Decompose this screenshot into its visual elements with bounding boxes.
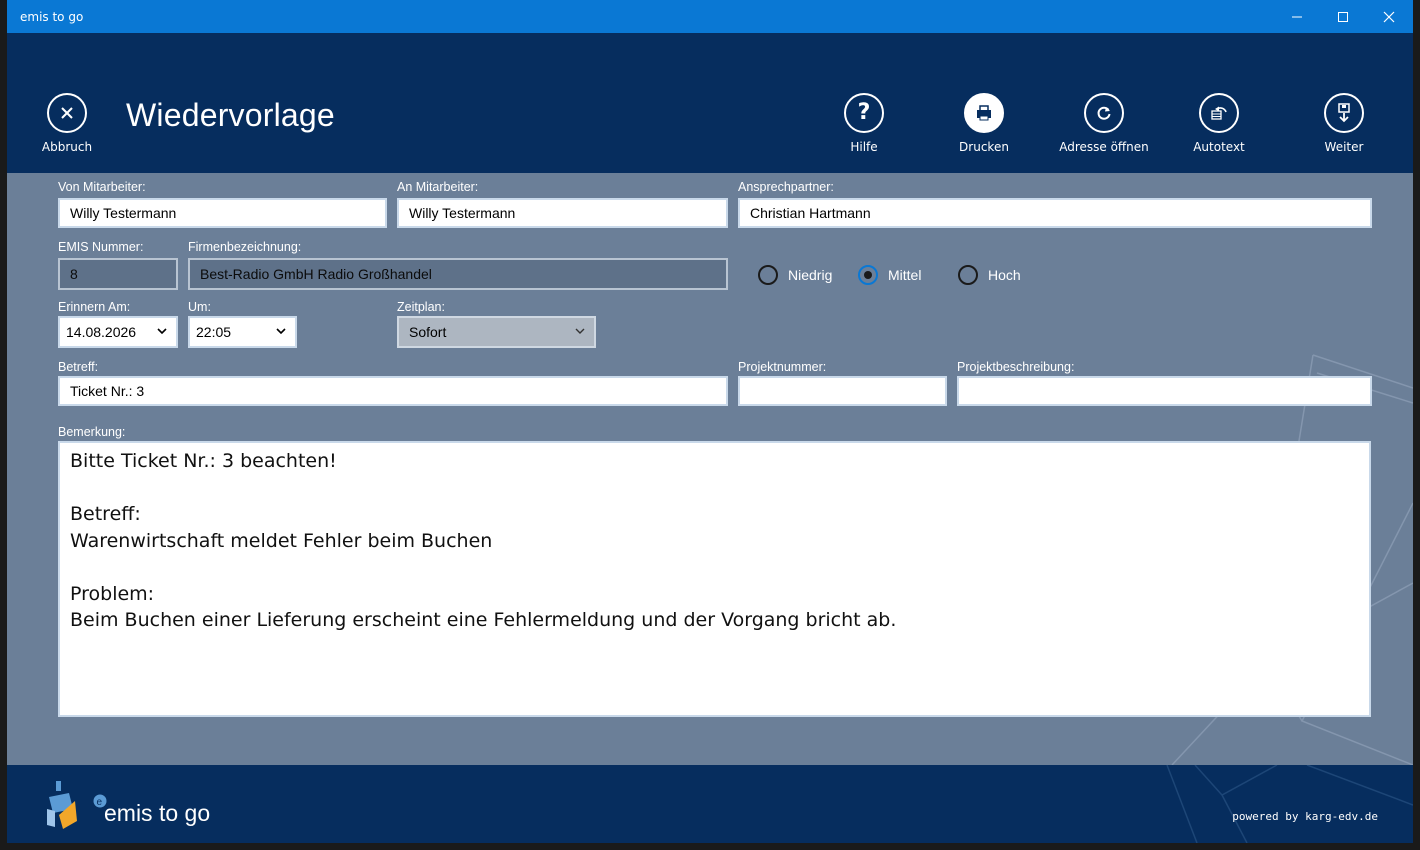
page-title: Wiedervorlage <box>126 97 335 133</box>
ansprechpartner-label: Ansprechpartner: <box>738 180 834 194</box>
print-icon <box>964 93 1004 133</box>
priority-mittel-label: Mittel <box>888 267 922 283</box>
minimize-button[interactable] <box>1274 0 1320 33</box>
minimize-icon <box>1292 16 1302 17</box>
priority-radio-niedrig[interactable]: Niedrig <box>758 265 832 285</box>
um-value: 22:05 <box>196 324 232 340</box>
priority-hoch-label: Hoch <box>988 267 1021 283</box>
um-label: Um: <box>188 300 211 314</box>
maximize-button[interactable] <box>1320 0 1366 33</box>
bemerkung-textarea[interactable]: Bitte Ticket Nr.: 3 beachten! Betreff: W… <box>58 441 1371 717</box>
projektbeschreibung-field[interactable] <box>957 376 1372 406</box>
powered-by-link[interactable]: powered by karg-edv.de <box>1232 810 1378 823</box>
zeitplan-value: Sofort <box>409 324 447 340</box>
betreff-label: Betreff: <box>58 360 99 374</box>
autotext-button[interactable]: Autotext <box>1164 93 1274 154</box>
priority-radio-mittel[interactable]: Mittel <box>858 265 921 285</box>
betreff-field[interactable]: Ticket Nr.: 3 <box>58 376 728 406</box>
um-timepicker[interactable]: 22:05 <box>188 316 297 348</box>
open-address-label: Adresse öffnen <box>1059 140 1149 154</box>
projektbeschreibung-label: Projektbeschreibung: <box>957 360 1075 374</box>
zeitplan-select[interactable]: Sofort <box>397 316 596 348</box>
maximize-icon <box>1338 11 1348 22</box>
window-title: emis to go <box>20 10 84 24</box>
von-mitarbeiter-label: Von Mitarbeiter: <box>58 180 146 194</box>
cancel-button[interactable]: Abbruch <box>12 93 122 154</box>
title-bar: emis to go <box>7 0 1413 33</box>
priority-niedrig-label: Niedrig <box>788 267 833 283</box>
app-window: emis to go Abbruch Wiedervorlage ? Hilfe <box>7 0 1413 843</box>
app-footer: e emis to go powered by karg-edv.de <box>7 765 1413 843</box>
emis-nummer-field: 8 <box>58 258 178 290</box>
bemerkung-label: Bemerkung: <box>58 425 126 439</box>
emis-nummer-label: EMIS Nummer: <box>58 240 144 254</box>
zeitplan-label: Zeitplan: <box>397 300 445 314</box>
chevron-down-icon <box>275 318 287 355</box>
next-button[interactable]: Weiter <box>1289 93 1399 154</box>
cancel-label: Abbruch <box>41 140 93 154</box>
print-label: Drucken <box>959 140 1009 154</box>
firmenbezeichnung-field: Best-Radio GmbH Radio Großhandel <box>188 258 728 290</box>
close-window-button[interactable] <box>1366 0 1412 33</box>
projektnummer-label: Projektnummer: <box>738 360 827 374</box>
erinnern-am-value: 14.08.2026 <box>66 324 137 340</box>
save-download-icon <box>1324 93 1364 133</box>
help-button[interactable]: ? Hilfe <box>809 93 919 154</box>
firmenbezeichnung-label: Firmenbezeichnung: <box>188 240 302 254</box>
next-label: Weiter <box>1324 140 1364 154</box>
footer-decoration <box>1166 765 1413 843</box>
erinnern-am-label: Erinnern Am: <box>58 300 131 314</box>
refresh-icon <box>1084 93 1124 133</box>
open-address-button[interactable]: Adresse öffnen <box>1049 93 1159 154</box>
chevron-down-icon <box>156 318 168 355</box>
an-mitarbeiter-field[interactable]: Willy Testermann <box>397 198 728 228</box>
app-header: Abbruch Wiedervorlage ? Hilfe Drucken Ad… <box>7 33 1413 173</box>
radio-unchecked-icon <box>758 265 778 285</box>
radio-unchecked-icon <box>958 265 978 285</box>
radio-checked-icon <box>858 265 878 285</box>
close-circle-icon <box>47 93 87 133</box>
priority-radio-hoch[interactable]: Hoch <box>958 265 1021 285</box>
projektnummer-field[interactable] <box>738 376 947 406</box>
autotext-label: Autotext <box>1193 140 1245 154</box>
chevron-down-icon <box>574 318 586 355</box>
brand-name: emis to go <box>104 800 211 826</box>
print-button[interactable]: Drucken <box>929 93 1039 154</box>
an-mitarbeiter-label: An Mitarbeiter: <box>397 180 479 194</box>
ansprechpartner-field[interactable]: Christian Hartmann <box>738 198 1372 228</box>
close-icon <box>1383 11 1395 22</box>
autotext-icon <box>1199 93 1239 133</box>
form-area: Von Mitarbeiter: Willy Testermann An Mit… <box>7 173 1413 765</box>
help-label: Hilfe <box>850 140 878 154</box>
von-mitarbeiter-field[interactable]: Willy Testermann <box>58 198 387 228</box>
svg-text:e: e <box>97 797 103 808</box>
erinnern-am-datepicker[interactable]: 14.08.2026 <box>58 316 178 348</box>
help-icon: ? <box>844 93 884 133</box>
